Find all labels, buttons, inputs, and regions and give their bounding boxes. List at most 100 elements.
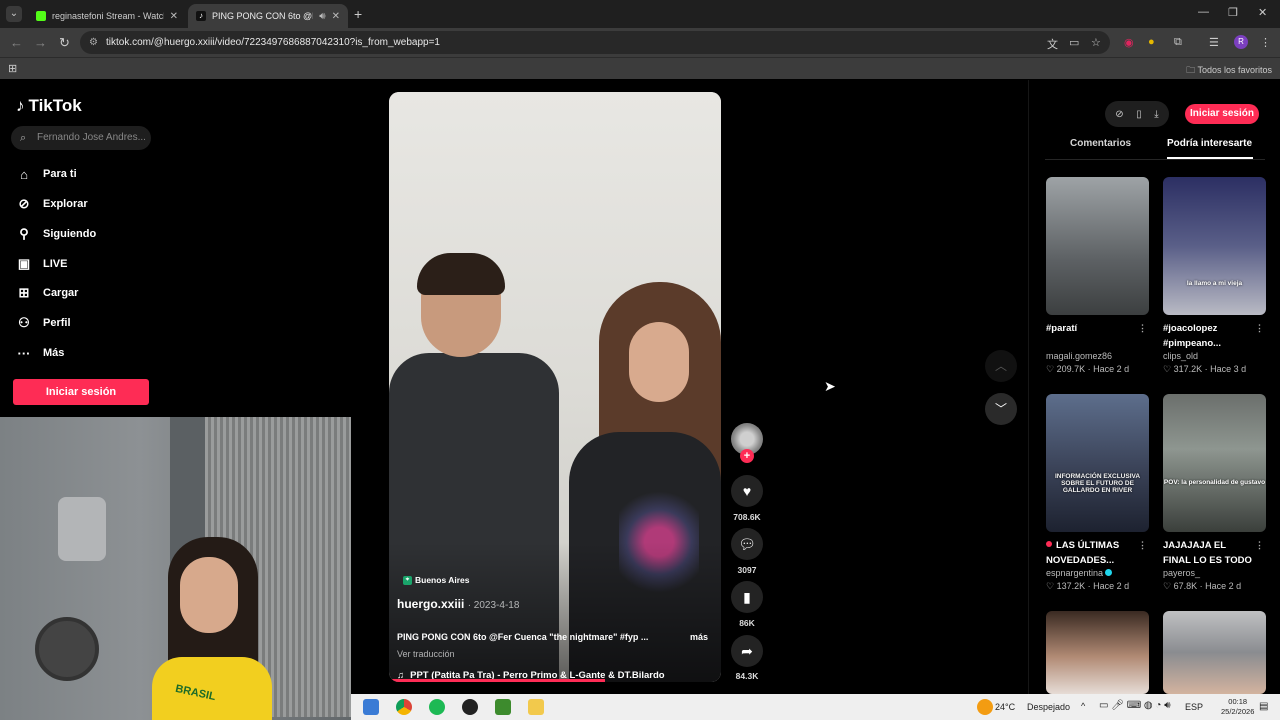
search-icon: ⌕ (20, 132, 27, 144)
card-author[interactable]: espnargentina (1046, 568, 1103, 578)
close-window-icon[interactable]: ✕ (1258, 6, 1267, 19)
sidebar-login-button[interactable]: Iniciar sesión (13, 379, 149, 405)
video-thumbnail[interactable] (1046, 177, 1149, 315)
next-video-button[interactable]: ﹀ (985, 393, 1017, 425)
card-title[interactable]: JAJAJAJA EL FINAL LO ES TODO (1163, 540, 1252, 566)
close-tab-icon[interactable]: ✕ (332, 11, 340, 22)
nav-cargar[interactable]: ⊞ Cargar (16, 283, 79, 303)
video-author-line[interactable]: huergo.xxiii · 2023-4-18 (397, 597, 519, 611)
card-likes: 317.2K (1173, 364, 1203, 374)
obs-icon[interactable] (462, 699, 478, 715)
caption-more-button[interactable]: más (690, 632, 708, 642)
profile-avatar[interactable]: R (1234, 35, 1248, 49)
see-translation-link[interactable]: Ver traducción (397, 649, 455, 659)
audio-playing-icon[interactable]: 🔊︎ (319, 11, 325, 22)
more-options-icon[interactable]: ⋮ (1255, 321, 1264, 336)
cast-icon[interactable]: ▭ (1069, 36, 1079, 49)
like-button[interactable]: ♥ (731, 475, 763, 507)
suggested-video-card[interactable]: la llamo a mi vieja #joacolopez #pimpean… (1163, 177, 1266, 375)
notification-icon[interactable]: ▤ (1259, 701, 1268, 712)
more-options-icon[interactable]: ⋮ (1138, 538, 1147, 553)
card-title[interactable]: #paratí (1046, 323, 1077, 334)
nav-siguiendo[interactable]: ⚲ Siguiendo (16, 224, 96, 244)
heart-outline-icon: ♡ (1163, 364, 1174, 374)
nav-para-ti[interactable]: ⌂ Para ti (16, 164, 77, 184)
clock-date: 25/2/2026 (1221, 707, 1255, 716)
tab-podria-interesarte[interactable]: Podría interesarte (1167, 138, 1252, 149)
folder-icon[interactable] (528, 699, 544, 715)
all-bookmarks-button[interactable]: 🗀︎ Todos los favoritos (1186, 63, 1272, 79)
tab-reginastefoni[interactable]: reginastefoni Stream - Watch Li ✕ (28, 4, 186, 28)
extension-color-icon[interactable]: ● (1148, 36, 1155, 48)
follow-plus-button[interactable]: + (740, 449, 754, 463)
video-progress-bar[interactable] (389, 679, 605, 682)
tab-tiktok[interactable]: ♪ PING PONG CON 6to @Fer 🔊︎ ✕ (188, 4, 348, 28)
extensions-puzzle-icon[interactable]: ⧉ (1174, 36, 1182, 49)
file-explorer-icon[interactable] (363, 699, 379, 715)
tab-comentarios[interactable]: Comentarios (1070, 138, 1131, 149)
address-bar[interactable]: ⚙︎ tiktok.com/@huergo.xxiii/video/722349… (80, 31, 1110, 54)
nav-perfil[interactable]: ⚇ Perfil (16, 313, 70, 333)
nav-live[interactable]: ▣ LIVE (16, 254, 68, 274)
card-author[interactable]: magali.gomez86 (1046, 351, 1149, 361)
share-button[interactable]: ➦ (731, 635, 763, 667)
menu-icon[interactable]: ⋮ (1260, 36, 1271, 49)
mobile-icon[interactable]: ▯ (1136, 109, 1142, 120)
compass-icon[interactable]: ⊘ (1115, 109, 1123, 120)
video-thumbnail[interactable] (1163, 611, 1266, 694)
chrome-icon[interactable] (396, 699, 412, 715)
share-arrow-icon: ➦ (741, 643, 753, 659)
video-thumbnail[interactable] (1046, 611, 1149, 694)
card-title[interactable]: #joacolopez #pimpeano... (1163, 323, 1221, 349)
translate-icon[interactable]: 文 (1047, 36, 1058, 52)
site-info-icon[interactable]: ⚙︎ (89, 31, 98, 54)
suggested-video-card[interactable] (1163, 611, 1266, 694)
minecraft-icon[interactable] (495, 699, 511, 715)
card-author[interactable]: payeros_ (1163, 568, 1266, 578)
video-thumbnail[interactable]: INFORMACIÓN EXCLUSIVA SOBRE EL FUTURO DE… (1046, 394, 1149, 532)
save-button[interactable]: ▮ (731, 581, 763, 613)
location-tag[interactable]: ⌖ Buenos Aires (403, 573, 469, 587)
weather-desc[interactable]: Despejado (1027, 702, 1070, 712)
video-thumbnail[interactable]: POV: la personalidad de gustavo (1163, 394, 1266, 532)
more-options-icon[interactable]: ⋮ (1138, 321, 1147, 336)
download-icon[interactable]: ⤓ (1154, 109, 1158, 120)
clock[interactable]: 00:18 25/2/2026 (1221, 697, 1254, 717)
nav-explorar[interactable]: ⊘ Explorar (16, 194, 88, 214)
search-input[interactable]: ⌕ Fernando Jose Andres... (11, 126, 151, 150)
tray-chevron-icon[interactable]: ^ (1081, 701, 1085, 711)
more-options-icon[interactable]: ⋮ (1255, 538, 1264, 553)
card-likes: 209.7K (1056, 364, 1086, 374)
extension-red-icon[interactable]: ◉ (1124, 36, 1134, 49)
reload-icon[interactable]: ↻ (59, 35, 70, 51)
header-login-button[interactable]: Iniciar sesión (1185, 104, 1259, 124)
back-icon[interactable]: ← (10, 35, 23, 50)
card-author-line[interactable]: espnargentina (1046, 568, 1149, 578)
video-thumbnail[interactable]: la llamo a mi vieja (1163, 177, 1266, 315)
close-tab-icon[interactable]: ✕ (170, 11, 178, 22)
tray-icons[interactable]: ▭ 🎤︎ ⌨ ◍ ◔ 🔊︎ (1099, 700, 1171, 711)
suggested-video-card[interactable] (1046, 611, 1149, 694)
restore-icon[interactable]: ❐ (1228, 6, 1238, 19)
bookmark-star-icon[interactable]: ☆ (1091, 36, 1101, 49)
minimize-icon[interactable]: — (1198, 6, 1209, 18)
video-author[interactable]: huergo.xxiii (397, 597, 464, 611)
card-title[interactable]: LAS ÚLTIMAS NOVEDADES... (1046, 540, 1119, 566)
tiktok-logo[interactable]: ♪ TikTok (16, 96, 82, 116)
suggested-video-card[interactable]: #paratí ⋮ magali.gomez86 ♡ 209.7K · Hace … (1046, 177, 1149, 375)
video-player[interactable]: ⌖ Buenos Aires huergo.xxiii · 2023-4-18 … (389, 92, 721, 682)
language-indicator[interactable]: ESP (1185, 702, 1203, 712)
card-author[interactable]: clips_old (1163, 351, 1266, 361)
comment-button[interactable]: 💬︎ (731, 528, 763, 560)
new-tab-button[interactable]: + (354, 6, 362, 22)
apps-grid-icon[interactable]: ⊞ (8, 62, 17, 75)
weather-temp[interactable]: 24°C (995, 702, 1015, 712)
suggested-video-card[interactable]: POV: la personalidad de gustavo JAJAJAJA… (1163, 394, 1266, 592)
spotify-icon[interactable] (429, 699, 445, 715)
previous-video-button[interactable]: ︿ (985, 350, 1017, 382)
forward-icon[interactable]: → (34, 35, 47, 50)
tab-search-button[interactable]: ⌄ (6, 6, 22, 22)
reading-list-icon[interactable]: ☰ (1209, 36, 1219, 49)
suggested-video-card[interactable]: INFORMACIÓN EXCLUSIVA SOBRE EL FUTURO DE… (1046, 394, 1149, 592)
nav-mas[interactable]: ··· Más (16, 343, 65, 363)
